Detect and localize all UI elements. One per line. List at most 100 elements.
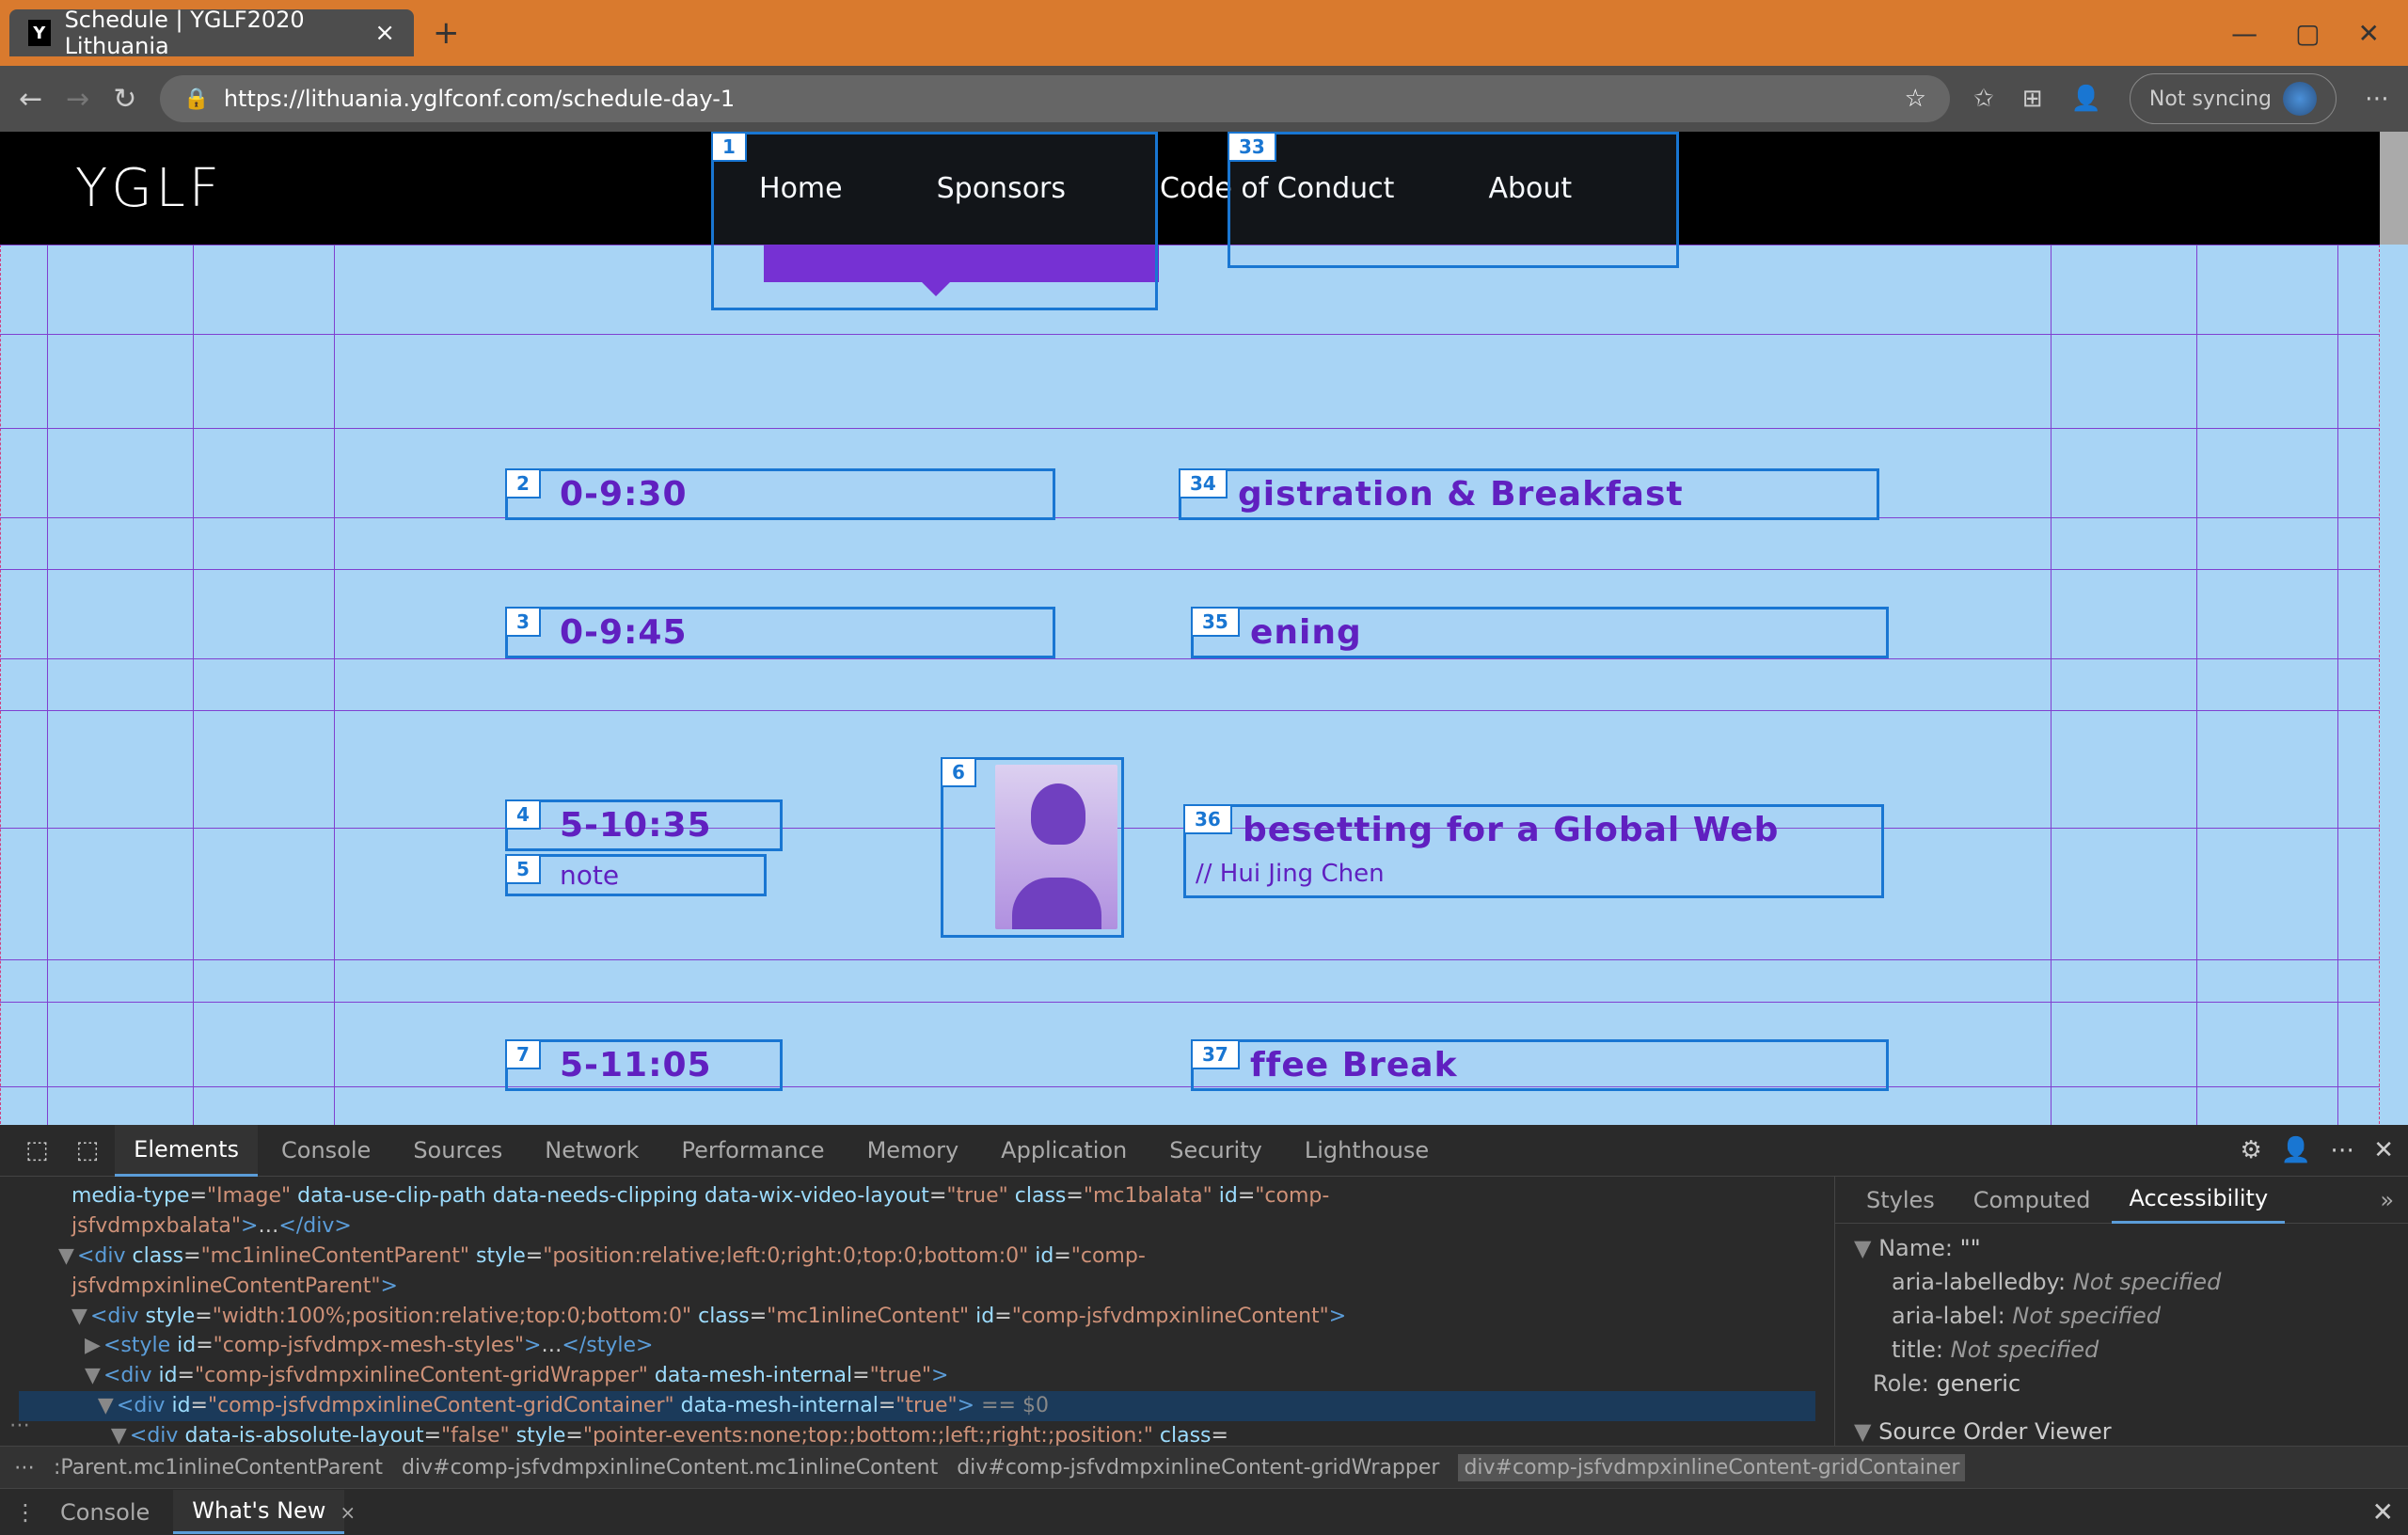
overlay-num: 2 (505, 468, 541, 498)
more-tabs-icon[interactable]: » (2380, 1187, 2394, 1213)
overlay-box-1: 1 (711, 132, 1158, 310)
device-toggle-icon[interactable]: ⬚ (65, 1136, 111, 1164)
tab-favicon: Y (28, 20, 51, 46)
favorite-icon[interactable]: ☆ (1905, 85, 1926, 113)
content-area: 1 33 2 0-9:30 34 gistration & Breakfast … (0, 245, 2408, 1125)
overlay-time-4: 7 5-11:05 (505, 1039, 783, 1091)
schedule-time: 5-11:05 (560, 1046, 712, 1084)
elements-panel[interactable]: media-type="Image" data-use-clip-path da… (0, 1177, 1834, 1446)
overlay-title-4: 37 ffee Break (1191, 1039, 1889, 1091)
more-icon[interactable]: ⋯ (2330, 1136, 2354, 1164)
close-window-icon[interactable]: ✕ (2358, 18, 2380, 49)
overlay-num: 1 (711, 132, 747, 162)
drawer-close-icon[interactable]: ✕ (2372, 1496, 2394, 1527)
schedule-time: 5-10:35 (560, 806, 712, 845)
overlay-num: 7 (505, 1039, 541, 1069)
avatar-icon (2283, 82, 2317, 116)
breadcrumb-item-selected[interactable]: div#comp-jsfvdmpxinlineContent-gridConta… (1458, 1454, 1965, 1481)
overlay-title-3: 36 besetting for a Global Web // Hui Jin… (1183, 804, 1884, 898)
drawer-tab-console[interactable]: Console (41, 1492, 168, 1533)
breadcrumb-more-icon[interactable]: ⋯ (14, 1456, 35, 1480)
inspect-icon[interactable]: ⬚ (14, 1136, 60, 1164)
address-bar: ← → ↻ 🔒 https://lithuania.yglfconf.com/s… (0, 66, 2408, 132)
tab-elements[interactable]: Elements (115, 1125, 258, 1177)
profile-icon[interactable]: 👤 (2071, 85, 2101, 113)
drawer: ⋮ Console What's New × ✕ (0, 1488, 2408, 1535)
a11y-panel: ▼ Name: "" aria-labelledby: Not specifie… (1835, 1224, 2408, 1446)
settings-icon[interactable]: ⚙ (2241, 1136, 2262, 1164)
collections-icon[interactable]: ⊞ (2022, 85, 2043, 113)
overlay-speaker-img: 6 (941, 757, 1124, 938)
overlay-sub-3: 5 note (505, 854, 767, 896)
overlay-num: 34 (1179, 468, 1228, 498)
drawer-tab-whatsnew[interactable]: What's New (173, 1490, 344, 1534)
overlay-time-1: 2 0-9:30 (505, 468, 1055, 520)
devtools: ⬚ ⬚ Elements Console Sources Network Per… (0, 1125, 2408, 1535)
grid-overlay (0, 245, 2408, 1125)
drawer-tab-close-icon[interactable]: × (340, 1501, 356, 1524)
overlay-num: 33 (1228, 132, 1276, 162)
schedule-title: ening (1250, 613, 1362, 652)
tab-performance[interactable]: Performance (662, 1126, 843, 1175)
tab-console[interactable]: Console (262, 1126, 389, 1175)
devtools-tabs: ⬚ ⬚ Elements Console Sources Network Per… (0, 1125, 2408, 1177)
overlay-box-33: 33 (1228, 132, 1679, 268)
site-header: YGLF Home Sponsors Code of Conduct About (0, 132, 2408, 245)
tab-lighthouse[interactable]: Lighthouse (1286, 1126, 1448, 1175)
overlay-title-2: 35 ening (1191, 607, 1889, 658)
url-field[interactable]: 🔒 https://lithuania.yglfconf.com/schedul… (160, 75, 1950, 122)
logo[interactable]: YGLF (75, 158, 223, 219)
side-tab-accessibility[interactable]: Accessibility (2112, 1177, 2285, 1224)
overlay-time-2: 3 0-9:45 (505, 607, 1055, 658)
drawer-more-icon[interactable]: ⋮ (14, 1499, 37, 1526)
overlay-time-3: 4 5-10:35 (505, 799, 783, 851)
overlay-num: 3 (505, 607, 541, 637)
breadcrumb-item[interactable]: div#comp-jsfvdmpxinlineContent.mc1inline… (402, 1456, 938, 1480)
overlay-num: 35 (1191, 607, 1240, 637)
overlay-num: 6 (941, 757, 976, 787)
schedule-time: 0-9:45 (560, 613, 688, 652)
maximize-icon[interactable]: ▢ (2295, 18, 2320, 49)
close-devtools-icon[interactable]: ✕ (2373, 1136, 2394, 1164)
forward-button[interactable]: → (66, 83, 89, 116)
schedule-subtitle: note (560, 860, 619, 891)
side-tab-computed[interactable]: Computed (1956, 1178, 2108, 1223)
tab-application[interactable]: Application (982, 1126, 1146, 1175)
feedback-icon[interactable]: 👤 (2281, 1136, 2311, 1164)
browser-tab[interactable]: Y Schedule | YGLF2020 Lithuania × (9, 9, 414, 56)
overlay-title-1: 34 gistration & Breakfast (1179, 468, 1879, 520)
sync-button[interactable]: Not syncing (2130, 73, 2337, 124)
tab-memory[interactable]: Memory (848, 1126, 978, 1175)
schedule-time: 0-9:30 (560, 475, 688, 514)
breadcrumb[interactable]: ⋯ :Parent.mc1inlineContentParent div#com… (0, 1446, 2408, 1488)
menu-icon[interactable]: ⋯ (2365, 85, 2389, 113)
browser-tab-bar: Y Schedule | YGLF2020 Lithuania × + — ▢ … (0, 0, 2408, 66)
overlay-num: 37 (1191, 1039, 1240, 1069)
schedule-title: ffee Break (1250, 1046, 1458, 1084)
breadcrumb-item[interactable]: :Parent.mc1inlineContentParent (54, 1456, 383, 1480)
tab-network[interactable]: Network (526, 1126, 657, 1175)
schedule-title: besetting for a Global Web (1243, 811, 1779, 849)
side-tab-styles[interactable]: Styles (1849, 1178, 1952, 1223)
ellipsis: ⋯ (9, 1411, 30, 1441)
schedule-title: gistration & Breakfast (1238, 475, 1684, 514)
new-tab-button[interactable]: + (433, 14, 460, 52)
minimize-icon[interactable]: — (2231, 18, 2258, 49)
tab-security[interactable]: Security (1150, 1126, 1281, 1175)
breadcrumb-item[interactable]: div#comp-jsfvdmpxinlineContent-gridWrapp… (957, 1456, 1439, 1480)
favorites-icon[interactable]: ✩ (1973, 85, 1994, 113)
lock-icon: 🔒 (183, 87, 209, 111)
refresh-button[interactable]: ↻ (113, 83, 136, 116)
overlay-num: 36 (1183, 804, 1232, 834)
tab-title: Schedule | YGLF2020 Lithuania (65, 7, 361, 59)
speaker-photo (995, 765, 1117, 929)
back-button[interactable]: ← (19, 83, 42, 116)
tab-sources[interactable]: Sources (394, 1126, 521, 1175)
tab-close-icon[interactable]: × (374, 19, 395, 47)
schedule-author: // Hui Jing Chen (1196, 860, 1385, 888)
overlay-num: 5 (505, 854, 541, 884)
page-viewport: YGLF Home Sponsors Code of Conduct About (0, 132, 2408, 1125)
devtools-sidebar: Styles Computed Accessibility » ▼ Name: … (1834, 1177, 2408, 1446)
url-text: https://lithuania.yglfconf.com/schedule-… (224, 86, 735, 112)
overlay-num: 4 (505, 799, 541, 830)
